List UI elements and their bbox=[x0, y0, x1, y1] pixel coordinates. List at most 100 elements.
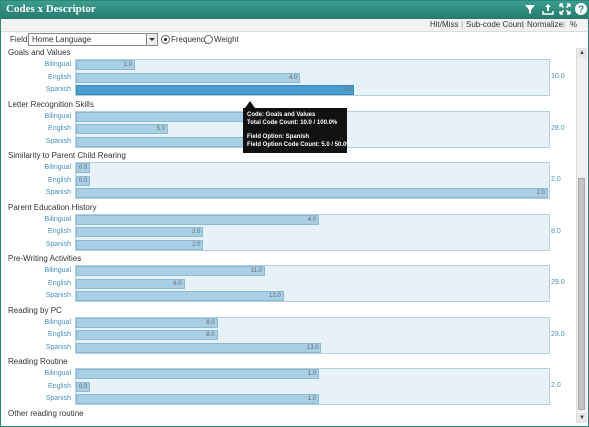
weight-label: Weight bbox=[214, 35, 239, 44]
vertical-scrollbar[interactable]: ▲ ▼ bbox=[576, 48, 587, 423]
field-select[interactable]: Home Language bbox=[28, 33, 158, 46]
help-icon[interactable]: ? bbox=[574, 2, 588, 16]
codes-descriptor-window: Codes x Descriptor ? Hit/Miss | Sub-code… bbox=[0, 0, 589, 427]
section-total: 8.0 bbox=[551, 227, 561, 235]
tooltip-field-option: Field Option: Spanish bbox=[247, 134, 309, 140]
bar-english[interactable]: 0.0 bbox=[76, 381, 91, 392]
bar-spanish[interactable]: 2.0 bbox=[76, 239, 204, 250]
bar-bilingual[interactable]: 8.0 bbox=[76, 317, 218, 328]
field-select-value: Home Language bbox=[32, 35, 92, 44]
section-total: 10.0 bbox=[551, 73, 565, 80]
section-total: 2.0 bbox=[551, 382, 561, 389]
scroll-down-icon[interactable]: ▼ bbox=[577, 413, 587, 423]
title-bar: Codes x Descriptor ? bbox=[1, 1, 588, 19]
bar-spanish[interactable]: 1.0 bbox=[76, 394, 320, 405]
bar-value: 2.0 bbox=[192, 229, 201, 236]
row-label: English bbox=[48, 331, 71, 339]
row-label: Bilingual bbox=[44, 112, 71, 120]
row-label: Spanish bbox=[45, 292, 71, 300]
section-title: Parent Education History bbox=[8, 202, 97, 212]
row-label: Bilingual bbox=[44, 164, 71, 171]
row-label: Bilingual bbox=[44, 215, 71, 223]
chevron-down-icon[interactable] bbox=[146, 34, 157, 45]
row-label: English bbox=[48, 125, 71, 133]
tooltip-arrow bbox=[245, 101, 255, 108]
frequency-radio[interactable] bbox=[161, 35, 170, 44]
section-title: Reading by PC bbox=[8, 305, 62, 315]
bar-bilingual[interactable]: 4.0 bbox=[76, 214, 320, 225]
bar-english[interactable]: 2.0 bbox=[76, 227, 204, 238]
tooltip-field-count: Field Option Code Count: 5.0 / 50.0% bbox=[247, 142, 352, 148]
bar-bilingual[interactable]: 1.0 bbox=[76, 369, 320, 379]
row-label: Spanish bbox=[45, 395, 71, 403]
bar-value: 12.0 bbox=[268, 293, 281, 300]
chart-content: Goals and Values Bilingual 1.0 English 4.0 Sp… bbox=[1, 48, 575, 420]
section-panel bbox=[75, 419, 550, 420]
section-title: Goals and Values bbox=[8, 48, 71, 57]
field-label: Field: bbox=[10, 35, 30, 44]
row-label: Bilingual bbox=[44, 267, 71, 274]
window-title: Codes x Descriptor bbox=[6, 3, 96, 15]
row-label: English bbox=[48, 228, 71, 236]
percent-toggle[interactable]: % bbox=[570, 20, 577, 29]
svg-text:?: ? bbox=[578, 5, 584, 16]
bar-value: 1.0 bbox=[123, 62, 132, 68]
scroll-thumb[interactable] bbox=[578, 178, 585, 410]
row-label: English bbox=[48, 73, 71, 81]
tooltip-code: Code: Goals and Values bbox=[247, 112, 316, 118]
section-total: 2.0 bbox=[551, 176, 561, 183]
row-label: English bbox=[48, 176, 71, 184]
section-title: Pre-Writing Activities bbox=[8, 254, 82, 263]
row-label: English bbox=[48, 279, 71, 287]
field-selector-row: Field: Home Language Frequency Weight bbox=[1, 31, 588, 47]
bar-value: 2.0 bbox=[192, 241, 201, 248]
bar-spanish[interactable]: 2.0 bbox=[76, 188, 548, 199]
bar-bilingual[interactable]: 1.0 bbox=[76, 60, 135, 70]
bar-value: 13.0 bbox=[306, 344, 319, 351]
bar-value: 5.0 bbox=[343, 87, 352, 94]
bar-english[interactable]: 8.0 bbox=[76, 330, 218, 341]
bar-value: 0.0 bbox=[78, 177, 88, 184]
toolbar-separator: | bbox=[522, 20, 525, 29]
subcode-count-toggle[interactable]: Sub-code Count bbox=[466, 20, 524, 29]
hitmiss-toggle[interactable]: Hit/Miss bbox=[430, 20, 458, 29]
row-label: Spanish bbox=[45, 189, 71, 197]
bar-spanish[interactable] bbox=[76, 136, 246, 147]
bar-bilingual[interactable] bbox=[76, 111, 246, 122]
bar-english[interactable]: 0.0 bbox=[76, 175, 91, 186]
bar-value: 1.0 bbox=[307, 371, 317, 377]
row-label: Bilingual bbox=[44, 370, 71, 377]
bar-spanish[interactable]: 12.0 bbox=[76, 291, 284, 302]
bar-bilingual[interactable]: 0.0 bbox=[76, 163, 91, 173]
bar-bilingual[interactable]: 11.0 bbox=[76, 266, 265, 276]
bar-value: 4.0 bbox=[307, 216, 317, 223]
section-title: Similarity to Parent Child Rearing bbox=[8, 151, 126, 160]
row-label: Spanish bbox=[45, 137, 71, 145]
bar-english[interactable]: 4.0 bbox=[76, 72, 301, 83]
weight-radio[interactable] bbox=[204, 35, 213, 44]
row-label: Spanish bbox=[45, 343, 71, 351]
toolbar-separator: | bbox=[461, 20, 464, 29]
scroll-up-icon[interactable]: ▲ bbox=[577, 48, 587, 58]
expand-icon[interactable] bbox=[558, 2, 572, 16]
section-total: 28.0 bbox=[551, 124, 565, 132]
row-label: Bilingual bbox=[44, 318, 71, 326]
bar-english[interactable]: 6.0 bbox=[76, 278, 185, 289]
filter-icon[interactable] bbox=[523, 2, 537, 16]
tooltip: Code: Goals and Values Total Code Count:… bbox=[243, 108, 352, 153]
bar-spanish[interactable]: 5.0 bbox=[76, 85, 355, 96]
bar-value: 0.0 bbox=[78, 383, 88, 390]
tooltip-total: Total Code Count: 10.0 / 100.0% bbox=[247, 120, 338, 126]
bar-spanish[interactable]: 13.0 bbox=[76, 342, 322, 353]
bar-value: 1.0 bbox=[307, 396, 317, 403]
section-title: Reading Routine bbox=[8, 357, 68, 366]
bar-value: 11.0 bbox=[250, 268, 262, 274]
section-total: 29.0 bbox=[551, 330, 565, 338]
bar-value: 8.0 bbox=[206, 332, 215, 339]
normalize-toggle[interactable]: Normalize bbox=[527, 20, 563, 29]
row-label: Spanish bbox=[45, 86, 71, 94]
export-icon[interactable] bbox=[541, 2, 555, 16]
bar-english[interactable]: 5.0 bbox=[76, 124, 169, 135]
section-title: Letter Recognition Skills bbox=[8, 99, 94, 109]
row-label: Bilingual bbox=[44, 61, 71, 68]
